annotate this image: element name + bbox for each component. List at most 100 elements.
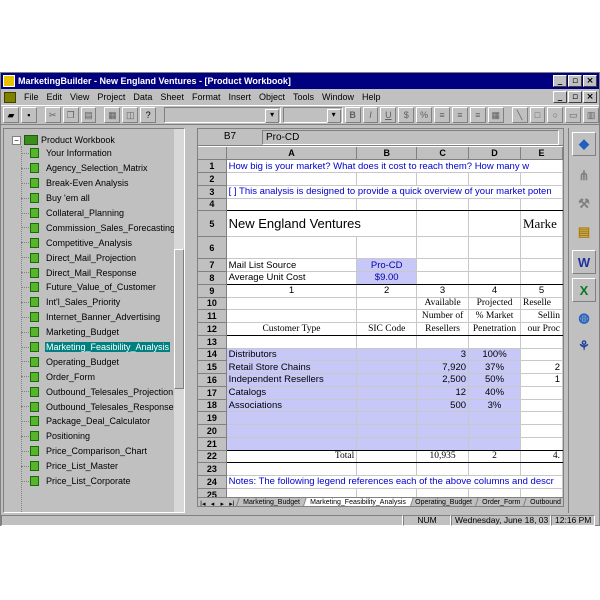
cell[interactable] bbox=[356, 335, 418, 349]
tree-item[interactable]: Break-Even Analysis bbox=[21, 176, 180, 191]
align-left-icon[interactable]: ≡ bbox=[434, 107, 450, 123]
tree-item[interactable]: Outbound_Telesales_Projection bbox=[21, 384, 180, 399]
cell-colnum[interactable]: 5 bbox=[519, 284, 563, 298]
cell-sic[interactable] bbox=[356, 360, 418, 374]
cell[interactable] bbox=[520, 335, 563, 349]
tree-scroll-thumb[interactable] bbox=[174, 249, 184, 389]
cell[interactable] bbox=[520, 258, 563, 272]
cell-question[interactable]: How big is your market? What does it cos… bbox=[226, 159, 563, 173]
cell[interactable] bbox=[226, 424, 358, 438]
cell[interactable] bbox=[416, 198, 470, 212]
tree-root[interactable]: − Product Workbook bbox=[12, 135, 115, 145]
tree-item[interactable]: Package_Deal_Calculator bbox=[21, 414, 180, 429]
cell[interactable] bbox=[356, 462, 418, 476]
cell[interactable] bbox=[416, 258, 470, 272]
cell[interactable] bbox=[416, 271, 470, 285]
cell-selling[interactable] bbox=[520, 399, 563, 413]
tree-item[interactable]: Price_List_Master bbox=[21, 459, 180, 474]
cell-customer-type[interactable]: Retail Store Chains bbox=[226, 360, 358, 374]
draw-text-icon[interactable]: ▭ bbox=[565, 107, 582, 123]
cell[interactable] bbox=[468, 424, 521, 438]
cell[interactable] bbox=[226, 335, 358, 349]
cell[interactable] bbox=[468, 462, 521, 476]
row-header[interactable]: 21 bbox=[198, 437, 227, 451]
tree-item[interactable]: Internet_Banner_Advertising bbox=[21, 310, 180, 325]
cell[interactable] bbox=[468, 236, 521, 260]
cell-mail-list-label[interactable]: Mail List Source bbox=[226, 258, 358, 272]
row-header[interactable]: 1 bbox=[198, 159, 227, 173]
row-header[interactable]: 23 bbox=[198, 462, 227, 476]
doc-minimize-button[interactable]: _ bbox=[553, 91, 567, 103]
nav-up-icon[interactable]: ◆ bbox=[572, 132, 596, 156]
cell-resellers[interactable]: 3 bbox=[416, 348, 470, 362]
cell[interactable] bbox=[416, 424, 470, 438]
cell[interactable] bbox=[226, 309, 358, 323]
cell[interactable] bbox=[226, 462, 358, 476]
cell-sic[interactable] bbox=[356, 373, 418, 387]
cell-header-reselle[interactable]: Reselle bbox=[519, 297, 563, 311]
column-header[interactable]: E bbox=[520, 147, 563, 161]
draw-rect-icon[interactable]: □ bbox=[529, 107, 546, 123]
cell[interactable] bbox=[226, 236, 358, 260]
column-header[interactable]: D bbox=[468, 147, 521, 161]
italic-icon[interactable]: I bbox=[362, 107, 379, 123]
menu-object[interactable]: Object bbox=[255, 92, 289, 102]
cell-penetration[interactable]: 3% bbox=[468, 399, 521, 413]
cell[interactable] bbox=[416, 172, 470, 186]
tree-item[interactable]: Buy 'em all bbox=[21, 191, 180, 206]
cell[interactable] bbox=[416, 210, 470, 238]
row-header[interactable]: 5 bbox=[198, 210, 227, 238]
cell[interactable] bbox=[520, 172, 563, 186]
cell[interactable] bbox=[468, 198, 521, 212]
cell[interactable] bbox=[468, 335, 521, 349]
open-icon[interactable]: ▰ bbox=[3, 107, 19, 123]
menu-help[interactable]: Help bbox=[358, 92, 385, 102]
cell-penetration[interactable]: 100% bbox=[468, 348, 521, 362]
cell-header-pct-market[interactable]: % Market bbox=[468, 309, 521, 323]
menu-file[interactable]: File bbox=[20, 92, 43, 102]
tab-marketing-feasibility-analysis[interactable]: Marketing_Feasibility_Analysis bbox=[301, 498, 413, 506]
column-header[interactable]: A bbox=[226, 147, 358, 161]
row-header[interactable]: 3 bbox=[198, 185, 227, 199]
cell[interactable] bbox=[416, 411, 470, 425]
tree-item[interactable]: Collateral_Planning bbox=[21, 206, 180, 221]
tab-prev-icon[interactable]: ◂ bbox=[208, 500, 218, 506]
align-center-icon[interactable]: ≡ bbox=[451, 107, 468, 123]
size-combo[interactable] bbox=[283, 107, 343, 123]
row-header[interactable]: 20 bbox=[198, 424, 227, 438]
cell-header-penetration[interactable]: Penetration bbox=[468, 322, 521, 336]
help-icon[interactable]: ? bbox=[140, 107, 157, 123]
cell-resellers[interactable]: 500 bbox=[416, 399, 470, 413]
column-header[interactable]: C bbox=[416, 147, 470, 161]
tab-operating-budget[interactable]: Operating_Budget bbox=[407, 498, 480, 506]
cell-selling[interactable] bbox=[520, 386, 563, 400]
cell-total-penetration[interactable]: 2 bbox=[468, 450, 521, 464]
row-header[interactable]: 19 bbox=[198, 411, 227, 425]
cell[interactable] bbox=[356, 309, 418, 323]
cell[interactable] bbox=[356, 198, 418, 212]
row-header[interactable]: 6 bbox=[198, 236, 227, 260]
cell[interactable] bbox=[416, 236, 470, 260]
tree-item[interactable]: Operating_Budget bbox=[21, 354, 180, 369]
cell-avg-cost-value[interactable]: $9.00 bbox=[356, 271, 418, 285]
cell-colnum[interactable]: 1 bbox=[226, 284, 358, 298]
select-all-corner[interactable] bbox=[198, 147, 227, 161]
cell[interactable] bbox=[520, 411, 563, 425]
cell[interactable] bbox=[356, 172, 418, 186]
cell[interactable] bbox=[416, 437, 470, 451]
row-header[interactable]: 14 bbox=[198, 348, 227, 362]
row-header[interactable]: 13 bbox=[198, 335, 227, 349]
cell-sic[interactable] bbox=[356, 348, 418, 362]
cell[interactable] bbox=[468, 258, 521, 272]
column-header[interactable]: B bbox=[356, 147, 418, 161]
cell[interactable] bbox=[468, 411, 521, 425]
tools-icon[interactable]: ⚒ bbox=[572, 192, 596, 216]
app-icon[interactable] bbox=[3, 75, 15, 87]
tree-scrollbar[interactable] bbox=[174, 129, 184, 512]
minimize-button[interactable]: _ bbox=[553, 75, 567, 87]
cell-customer-type[interactable]: Distributors bbox=[226, 348, 358, 362]
cell[interactable] bbox=[520, 198, 563, 212]
currency-icon[interactable]: $ bbox=[398, 107, 415, 123]
cell[interactable] bbox=[468, 172, 521, 186]
row-header[interactable]: 2 bbox=[198, 172, 227, 186]
